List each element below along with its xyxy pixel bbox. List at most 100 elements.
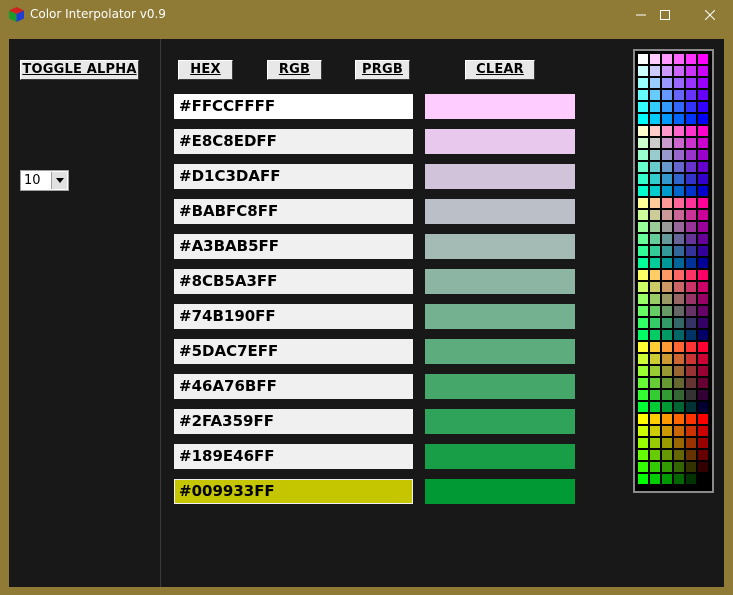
- palette-cell[interactable]: [686, 342, 696, 352]
- palette-cell[interactable]: [662, 426, 672, 436]
- palette-cell[interactable]: [650, 162, 660, 172]
- palette-cell[interactable]: [698, 390, 708, 400]
- palette-cell[interactable]: [698, 270, 708, 280]
- palette-cell[interactable]: [638, 90, 648, 100]
- palette-cell[interactable]: [662, 78, 672, 88]
- palette-cell[interactable]: [650, 66, 660, 76]
- palette-cell[interactable]: [662, 474, 672, 484]
- palette-cell[interactable]: [686, 54, 696, 64]
- hex-field[interactable]: #BABFC8FF: [174, 199, 413, 224]
- palette-cell[interactable]: [686, 258, 696, 268]
- palette-cell[interactable]: [638, 270, 648, 280]
- clear-button[interactable]: CLEAR: [465, 60, 535, 80]
- palette-cell[interactable]: [698, 426, 708, 436]
- palette-cell[interactable]: [662, 318, 672, 328]
- palette-cell[interactable]: [662, 102, 672, 112]
- palette-cell[interactable]: [650, 282, 660, 292]
- hex-field[interactable]: #5DAC7EFF: [174, 339, 413, 364]
- palette-cell[interactable]: [638, 438, 648, 448]
- palette-cell[interactable]: [638, 354, 648, 364]
- palette-cell[interactable]: [674, 366, 684, 376]
- palette-cell[interactable]: [698, 474, 708, 484]
- palette-cell[interactable]: [698, 210, 708, 220]
- palette-cell[interactable]: [662, 174, 672, 184]
- hex-field[interactable]: #FFCCFFFF: [174, 94, 413, 119]
- palette-cell[interactable]: [686, 354, 696, 364]
- palette-cell[interactable]: [650, 354, 660, 364]
- palette-cell[interactable]: [638, 162, 648, 172]
- palette-cell[interactable]: [662, 210, 672, 220]
- palette-cell[interactable]: [674, 186, 684, 196]
- close-button[interactable]: [687, 0, 733, 30]
- palette-cell[interactable]: [638, 258, 648, 268]
- palette-cell[interactable]: [698, 114, 708, 124]
- palette-cell[interactable]: [650, 462, 660, 472]
- palette-cell[interactable]: [650, 474, 660, 484]
- palette-cell[interactable]: [674, 222, 684, 232]
- palette-cell[interactable]: [638, 450, 648, 460]
- palette-cell[interactable]: [650, 450, 660, 460]
- palette-cell[interactable]: [638, 318, 648, 328]
- palette-cell[interactable]: [698, 174, 708, 184]
- palette-cell[interactable]: [698, 102, 708, 112]
- palette-cell[interactable]: [698, 222, 708, 232]
- palette-cell[interactable]: [674, 462, 684, 472]
- palette-cell[interactable]: [662, 282, 672, 292]
- palette-cell[interactable]: [638, 282, 648, 292]
- palette-cell[interactable]: [662, 330, 672, 340]
- palette-cell[interactable]: [698, 330, 708, 340]
- palette-cell[interactable]: [674, 426, 684, 436]
- palette-cell[interactable]: [698, 66, 708, 76]
- palette-cell[interactable]: [638, 402, 648, 412]
- palette-cell[interactable]: [638, 366, 648, 376]
- palette-cell[interactable]: [698, 450, 708, 460]
- palette-cell[interactable]: [638, 414, 648, 424]
- palette-cell[interactable]: [686, 450, 696, 460]
- palette-cell[interactable]: [638, 246, 648, 256]
- palette-cell[interactable]: [650, 318, 660, 328]
- palette-cell[interactable]: [650, 234, 660, 244]
- palette-cell[interactable]: [662, 270, 672, 280]
- palette-cell[interactable]: [650, 138, 660, 148]
- palette-cell[interactable]: [662, 402, 672, 412]
- palette-cell[interactable]: [650, 438, 660, 448]
- palette-cell[interactable]: [674, 162, 684, 172]
- palette-cell[interactable]: [674, 150, 684, 160]
- palette-cell[interactable]: [686, 306, 696, 316]
- hex-field[interactable]: #46A76BFF: [174, 374, 413, 399]
- palette-cell[interactable]: [698, 234, 708, 244]
- steps-select[interactable]: 10: [20, 170, 69, 191]
- palette-cell[interactable]: [650, 126, 660, 136]
- palette-cell[interactable]: [674, 126, 684, 136]
- palette-cell[interactable]: [650, 186, 660, 196]
- palette-cell[interactable]: [662, 54, 672, 64]
- palette-cell[interactable]: [686, 378, 696, 388]
- palette-cell[interactable]: [674, 246, 684, 256]
- palette-cell[interactable]: [674, 342, 684, 352]
- palette-cell[interactable]: [686, 186, 696, 196]
- palette-cell[interactable]: [638, 114, 648, 124]
- palette-cell[interactable]: [662, 354, 672, 364]
- palette-cell[interactable]: [638, 474, 648, 484]
- palette-cell[interactable]: [698, 282, 708, 292]
- palette-cell[interactable]: [638, 462, 648, 472]
- palette-cell[interactable]: [698, 378, 708, 388]
- palette-cell[interactable]: [662, 162, 672, 172]
- palette-cell[interactable]: [650, 366, 660, 376]
- color-palette[interactable]: [633, 49, 714, 493]
- palette-cell[interactable]: [698, 258, 708, 268]
- palette-cell[interactable]: [638, 210, 648, 220]
- palette-cell[interactable]: [686, 102, 696, 112]
- palette-cell[interactable]: [698, 342, 708, 352]
- palette-cell[interactable]: [650, 342, 660, 352]
- palette-cell[interactable]: [698, 246, 708, 256]
- palette-cell[interactable]: [662, 450, 672, 460]
- palette-cell[interactable]: [662, 66, 672, 76]
- palette-cell[interactable]: [650, 222, 660, 232]
- palette-cell[interactable]: [638, 174, 648, 184]
- hex-field[interactable]: #74B190FF: [174, 304, 413, 329]
- palette-cell[interactable]: [650, 210, 660, 220]
- palette-cell[interactable]: [686, 414, 696, 424]
- palette-cell[interactable]: [674, 450, 684, 460]
- hex-field[interactable]: #189E46FF: [174, 444, 413, 469]
